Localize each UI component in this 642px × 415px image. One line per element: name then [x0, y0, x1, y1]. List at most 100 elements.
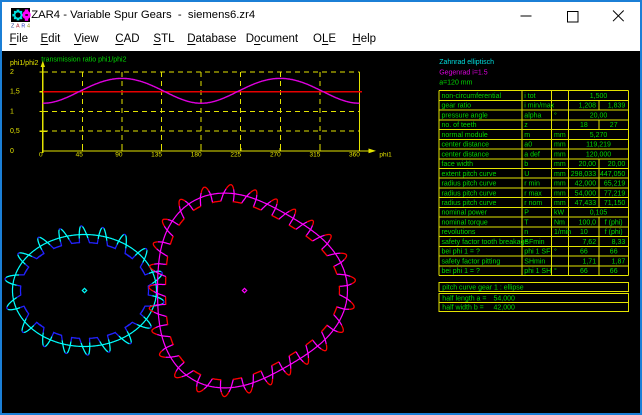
svg-text:1,5: 1,5 [10, 89, 20, 96]
svg-text:mm: mm [554, 132, 566, 139]
svg-text:radius pitch curve: radius pitch curve [442, 181, 497, 188]
svg-text:20,00: 20,00 [608, 161, 626, 168]
svg-text:radius pitch curve: radius pitch curve [442, 190, 497, 197]
svg-text:1,208: 1,208 [579, 103, 597, 110]
svg-text:180: 180 [191, 151, 202, 158]
svg-text:kW: kW [554, 210, 565, 217]
svg-text:safety factor tooth breakage: safety factor tooth breakage [442, 239, 529, 246]
svg-text:bei phi 1 = ?: bei phi 1 = ? [442, 268, 480, 275]
svg-text:U: U [524, 171, 529, 178]
svg-text:8,33: 8,33 [612, 239, 626, 246]
svg-text:47,433: 47,433 [575, 200, 597, 207]
svg-text:27: 27 [610, 122, 618, 129]
svg-text:54,000: 54,000 [494, 296, 516, 303]
svg-text:0,105: 0,105 [590, 210, 608, 217]
svg-text:P: P [524, 210, 529, 217]
svg-text:gear ratio: gear ratio [442, 103, 472, 110]
svg-text:1,839: 1,839 [608, 103, 626, 110]
svg-text:phi 1 SH: phi 1 SH [524, 268, 551, 275]
svg-text:f (phi): f (phi) [605, 229, 623, 236]
svg-text:298,033: 298,033 [571, 171, 596, 178]
svg-text:bei phi 1 = ?: bei phi 1 = ? [442, 249, 480, 256]
svg-text:no. of teeth: no. of teeth [442, 122, 477, 129]
svg-text:a0: a0 [524, 142, 532, 149]
svg-text:119,219: 119,219 [586, 142, 611, 149]
svg-text:°: ° [554, 267, 557, 275]
svg-text:10: 10 [580, 229, 588, 236]
svg-text:center distance: center distance [442, 151, 490, 158]
svg-text:°: ° [554, 111, 557, 119]
svg-text:face width: face width [442, 161, 474, 168]
svg-text:1,87: 1,87 [612, 258, 626, 265]
svg-text:71,150: 71,150 [604, 200, 626, 207]
svg-text:1,71: 1,71 [582, 258, 596, 265]
svg-text:r nom: r nom [524, 200, 542, 207]
svg-text:mm: mm [554, 200, 566, 207]
svg-text:radius pitch curve: radius pitch curve [442, 200, 497, 207]
svg-text:alpha: alpha [524, 112, 541, 119]
svg-text:1/min: 1/min [554, 229, 571, 236]
svg-text:z: z [524, 122, 528, 129]
svg-text:r min: r min [524, 181, 540, 188]
svg-text:i min/max: i min/max [524, 103, 554, 110]
svg-text:nominal power: nominal power [442, 210, 488, 217]
svg-text:T: T [524, 220, 529, 227]
svg-text:Nm: Nm [554, 220, 565, 227]
svg-text:phi1: phi1 [379, 151, 392, 158]
svg-text:90: 90 [115, 151, 123, 158]
svg-text:66: 66 [580, 249, 588, 256]
svg-text:20,00: 20,00 [579, 161, 597, 168]
svg-text:mm: mm [554, 190, 566, 197]
svg-text:f (phi): f (phi) [605, 220, 623, 227]
svg-text:0: 0 [10, 148, 14, 155]
svg-text:mm: mm [554, 151, 566, 158]
svg-text:360: 360 [349, 151, 360, 158]
svg-text:r max: r max [524, 190, 542, 197]
svg-text:120,000: 120,000 [586, 151, 611, 158]
svg-text:20,00: 20,00 [590, 112, 608, 119]
svg-text:half width b =: half width b = [442, 304, 483, 311]
svg-text:extent pitch curve: extent pitch curve [442, 171, 497, 178]
svg-text:center distance: center distance [442, 142, 490, 149]
svg-text:pitch curve gear 1 : ellipse: pitch curve gear 1 : ellipse [442, 285, 523, 292]
svg-text:135: 135 [151, 151, 162, 158]
svg-text:mm: mm [554, 142, 566, 149]
svg-text:5,270: 5,270 [590, 132, 608, 139]
svg-text:m: m [524, 132, 530, 139]
svg-text:mm: mm [554, 181, 566, 188]
svg-text:270: 270 [270, 151, 281, 158]
svg-text:447,050: 447,050 [600, 171, 625, 178]
svg-text:Zahnrad elliptisch: Zahnrad elliptisch [439, 59, 494, 66]
svg-text:phi1/phi2: phi1/phi2 [10, 60, 39, 67]
svg-text:65,219: 65,219 [604, 181, 626, 188]
svg-text:°: ° [554, 248, 557, 256]
svg-text:mm: mm [554, 171, 566, 178]
svg-text:42,000: 42,000 [575, 181, 597, 188]
svg-text:100,0: 100,0 [579, 220, 597, 227]
svg-text:SFmin: SFmin [524, 239, 544, 246]
svg-text:a def: a def [524, 151, 540, 158]
svg-text:66: 66 [610, 268, 618, 275]
svg-text:66: 66 [580, 268, 588, 275]
svg-text:45: 45 [76, 151, 84, 158]
svg-text:7,62: 7,62 [582, 239, 596, 246]
svg-text:b: b [524, 161, 528, 168]
svg-text:1: 1 [10, 109, 14, 116]
svg-text:1,500: 1,500 [590, 93, 608, 100]
svg-text:315: 315 [310, 151, 321, 158]
svg-text:0: 0 [39, 151, 43, 158]
svg-text:i tot: i tot [524, 93, 535, 100]
svg-text:66: 66 [610, 249, 618, 256]
svg-text:non-circumferential: non-circumferential [442, 93, 502, 100]
svg-text:n: n [524, 229, 528, 236]
svg-text:a=120 mm: a=120 mm [439, 79, 472, 86]
svg-text:SHmin: SHmin [524, 258, 545, 265]
svg-text:225: 225 [230, 151, 241, 158]
svg-text:77,219: 77,219 [604, 190, 626, 197]
svg-text:mm: mm [554, 161, 566, 168]
svg-text:safety factor pitting: safety factor pitting [442, 258, 501, 265]
svg-text:0,5: 0,5 [10, 128, 20, 135]
svg-text:Gegenrad i=1.5: Gegenrad i=1.5 [439, 69, 488, 76]
svg-text:pressure angle: pressure angle [442, 112, 488, 119]
svg-text:half length a =: half length a = [442, 296, 486, 303]
